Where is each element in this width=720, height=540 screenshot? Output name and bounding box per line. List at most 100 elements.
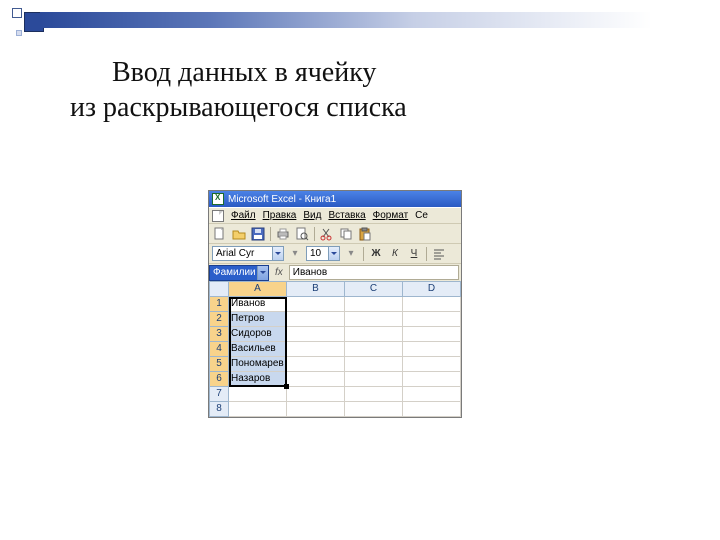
font-size-value: 10	[310, 248, 321, 259]
menu-insert[interactable]: Вставка	[328, 210, 365, 221]
cell[interactable]	[403, 327, 461, 342]
table-row: 7	[209, 387, 461, 402]
formula-bar[interactable]: Иванов	[289, 265, 459, 280]
toolbar-separator	[426, 247, 427, 261]
row-header[interactable]: 4	[209, 342, 229, 357]
font-name-value: Arial Cyr	[216, 248, 254, 259]
select-all-corner[interactable]	[209, 281, 229, 297]
column-header-C[interactable]: C	[345, 281, 403, 297]
cell[interactable]	[403, 297, 461, 312]
cell[interactable]	[287, 357, 345, 372]
name-box[interactable]: Фамилии	[209, 265, 269, 281]
cell-A5[interactable]: Пономарев	[229, 357, 287, 372]
cell[interactable]	[287, 342, 345, 357]
cell[interactable]	[403, 312, 461, 327]
font-name-select[interactable]: Arial Cyr	[212, 246, 284, 261]
cell[interactable]	[345, 402, 403, 417]
column-header-D[interactable]: D	[403, 281, 461, 297]
cell[interactable]	[345, 297, 403, 312]
table-row: 5 Пономарев	[209, 357, 461, 372]
worksheet-grid: A B C D 1 Иванов 2 Петров 3 Сидоров	[209, 281, 461, 417]
cell[interactable]	[345, 372, 403, 387]
cell[interactable]	[287, 402, 345, 417]
font-decrement[interactable]: ▾	[287, 246, 303, 262]
new-icon[interactable]	[212, 226, 228, 242]
cell-A6[interactable]: Назаров	[229, 372, 287, 387]
row-header[interactable]: 8	[209, 402, 229, 417]
cell[interactable]	[287, 387, 345, 402]
window-titlebar: Microsoft Excel - Книга1	[209, 191, 461, 207]
toolbar-separator	[314, 227, 315, 241]
cell[interactable]	[403, 387, 461, 402]
fill-handle[interactable]	[284, 384, 289, 389]
slide-top-gradient	[40, 12, 720, 28]
format-toolbar: Arial Cyr ▾ 10 ▾ Ж К Ч	[209, 243, 461, 263]
bold-button[interactable]: Ж	[368, 246, 384, 262]
row-header[interactable]: 5	[209, 357, 229, 372]
fx-icon[interactable]: fx	[275, 267, 283, 278]
font-increment[interactable]: ▾	[343, 246, 359, 262]
italic-button[interactable]: К	[387, 246, 403, 262]
underline-button[interactable]: Ч	[406, 246, 422, 262]
cell-A1[interactable]: Иванов	[229, 297, 287, 312]
cell[interactable]	[403, 342, 461, 357]
save-icon[interactable]	[250, 226, 266, 242]
table-row: 2 Петров	[209, 312, 461, 327]
cell[interactable]	[287, 327, 345, 342]
row-header[interactable]: 7	[209, 387, 229, 402]
menu-edit[interactable]: Правка	[263, 210, 297, 221]
menu-view[interactable]: Вид	[303, 210, 321, 221]
dropdown-icon	[257, 266, 268, 280]
cell[interactable]	[403, 357, 461, 372]
menu-more[interactable]: Се	[415, 210, 428, 221]
copy-icon[interactable]	[338, 226, 354, 242]
cell-A8[interactable]	[229, 402, 287, 417]
title-line1: Ввод данных в ячейку	[112, 57, 376, 88]
formula-bar-row: Фамилии fx Иванов	[209, 263, 461, 281]
table-row: 4 Васильев	[209, 342, 461, 357]
column-header-A[interactable]: A	[229, 281, 287, 297]
open-icon[interactable]	[231, 226, 247, 242]
dropdown-icon	[272, 247, 283, 260]
menu-format[interactable]: Формат	[373, 210, 409, 221]
cell[interactable]	[345, 312, 403, 327]
cut-icon[interactable]	[319, 226, 335, 242]
cell[interactable]	[345, 387, 403, 402]
menu-bar: Файл Правка Вид Вставка Формат Се	[209, 207, 461, 223]
table-row: 3 Сидоров	[209, 327, 461, 342]
cell[interactable]	[287, 372, 345, 387]
row-header[interactable]: 1	[209, 297, 229, 312]
print-icon[interactable]	[275, 226, 291, 242]
standard-toolbar	[209, 223, 461, 243]
cell[interactable]	[403, 402, 461, 417]
cell[interactable]	[287, 297, 345, 312]
cell-A3[interactable]: Сидоров	[229, 327, 287, 342]
paste-icon[interactable]	[357, 226, 373, 242]
menu-file[interactable]: Файл	[231, 210, 256, 221]
toolbar-separator	[363, 247, 364, 261]
cell[interactable]	[287, 312, 345, 327]
row-header[interactable]: 3	[209, 327, 229, 342]
cell-A2[interactable]: Петров	[229, 312, 287, 327]
window-title: Microsoft Excel - Книга1	[228, 194, 336, 205]
align-button[interactable]	[431, 246, 447, 262]
row-header[interactable]: 6	[209, 372, 229, 387]
document-icon	[212, 210, 224, 222]
dropdown-icon	[328, 247, 339, 260]
font-size-select[interactable]: 10	[306, 246, 340, 261]
table-row: 8	[209, 402, 461, 417]
table-row: 1 Иванов	[209, 297, 461, 312]
row-header[interactable]: 2	[209, 312, 229, 327]
cell[interactable]	[345, 342, 403, 357]
formula-bar-value: Иванов	[293, 267, 327, 278]
preview-icon[interactable]	[294, 226, 310, 242]
column-header-B[interactable]: B	[287, 281, 345, 297]
cell[interactable]	[345, 327, 403, 342]
cell[interactable]	[403, 372, 461, 387]
toolbar-separator	[270, 227, 271, 241]
excel-window: Microsoft Excel - Книга1 Файл Правка Вид…	[208, 190, 462, 418]
cell[interactable]	[345, 357, 403, 372]
cell-A7[interactable]	[229, 387, 287, 402]
excel-app-icon	[212, 193, 224, 205]
cell-A4[interactable]: Васильев	[229, 342, 287, 357]
